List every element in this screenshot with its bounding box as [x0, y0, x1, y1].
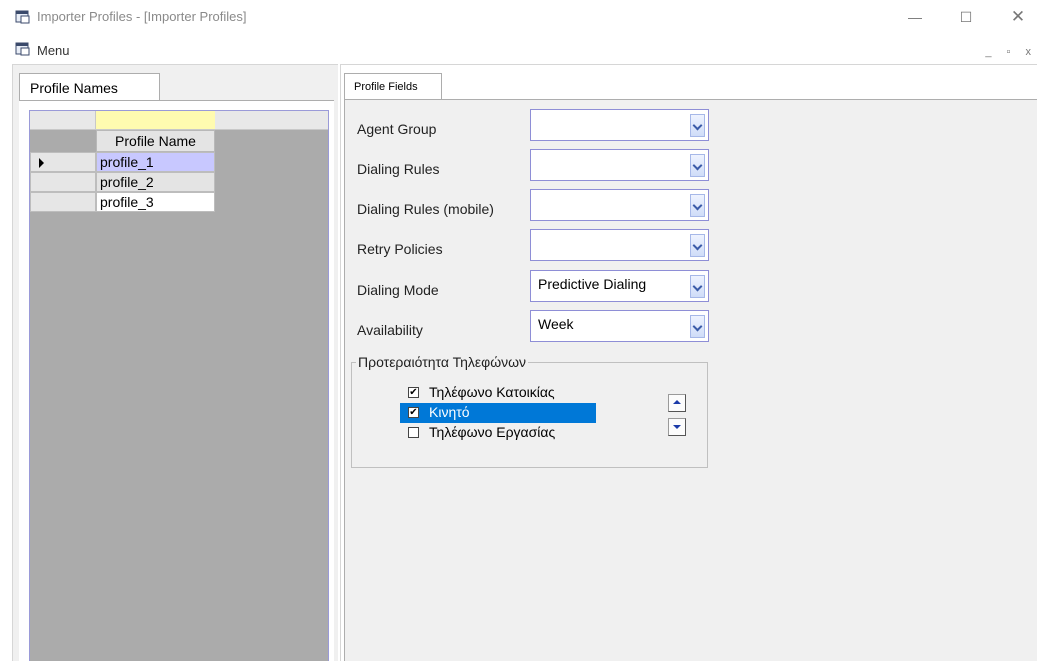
chevron-down-icon[interactable] [690, 234, 705, 257]
minimize-icon[interactable]: — [900, 6, 930, 28]
dialing-rules-mobile-select[interactable] [530, 189, 709, 221]
availability-value: Week [538, 316, 574, 332]
table-row[interactable]: profile_1 [30, 152, 215, 172]
menu-icon [15, 42, 30, 56]
close-icon[interactable]: ✕ [1003, 6, 1033, 28]
retry-policies-select[interactable] [530, 229, 709, 261]
availability-select[interactable]: Week [530, 310, 709, 342]
retry-policies-label: Retry Policies [357, 241, 443, 257]
chevron-down-icon[interactable] [690, 194, 705, 217]
row-selector[interactable] [30, 172, 96, 192]
profile-name-cell[interactable]: profile_2 [96, 172, 215, 192]
table-row[interactable]: profile_2 [30, 172, 215, 192]
app-icon [15, 10, 30, 24]
grid-header-gap [30, 130, 96, 152]
row-selector[interactable] [30, 152, 96, 172]
grid-filter-row[interactable] [96, 111, 215, 130]
dialing-rules-mobile-label: Dialing Rules (mobile) [357, 201, 494, 217]
menu-bar: Menu _ ▫ x [0, 36, 1037, 64]
column-header-profile-name[interactable]: Profile Name [96, 130, 215, 152]
grid-corner [30, 111, 96, 130]
table-row[interactable]: profile_3 [30, 192, 215, 212]
row-selector[interactable] [30, 192, 96, 212]
agent-group-select[interactable] [530, 109, 709, 141]
mdi-child-controls[interactable]: _ ▫ x [985, 46, 1037, 58]
profile-fields-tab-body: Agent Group Dialing Rules Dialing Rules … [344, 99, 1037, 661]
chevron-down-icon[interactable] [690, 275, 705, 298]
phone-priority-item-label: Τηλέφωνο Κατοικίας [429, 384, 555, 400]
dialing-mode-select[interactable]: Predictive Dialing [530, 270, 709, 302]
profiles-grid[interactable]: Profile Name profile_1 profile_2 profile… [29, 110, 329, 661]
phone-priority-item-mobile[interactable]: ✔ Κινητό [400, 403, 596, 423]
phone-priority-item-label: Τηλέφωνο Εργασίας [429, 424, 556, 440]
profile-names-tab-body: Profile Name profile_1 profile_2 profile… [19, 100, 334, 661]
move-up-arrow-icon[interactable] [668, 394, 686, 412]
phone-priority-group: Προτεραιότητα Τηλεφώνων ✔ Τηλέφωνο Κατοι… [351, 354, 708, 468]
chevron-down-icon[interactable] [690, 114, 705, 137]
chevron-down-icon[interactable] [690, 154, 705, 177]
agent-group-label: Agent Group [357, 121, 437, 137]
menu-item-menu[interactable]: Menu [37, 43, 70, 58]
phone-priority-item-home[interactable]: ✔ Τηλέφωνο Κατοικίας [400, 383, 596, 403]
tab-profile-names[interactable]: Profile Names [19, 73, 160, 101]
profile-name-cell[interactable]: profile_1 [96, 152, 215, 172]
grid-header-blank [215, 111, 328, 130]
window-title: Importer Profiles - [Importer Profiles] [37, 9, 247, 24]
profile-names-panel: Profile Names Profile Name profile_1 pro… [12, 64, 338, 661]
checkbox-home[interactable]: ✔ [408, 387, 419, 398]
phone-priority-item-work[interactable]: Τηλέφωνο Εργασίας [400, 423, 596, 443]
profile-name-cell[interactable]: profile_3 [96, 192, 215, 212]
current-row-pointer-icon [39, 158, 44, 168]
profile-fields-panel: Profile Fields Agent Group Dialing Rules… [340, 64, 1037, 661]
phone-priority-title: Προτεραιότητα Τηλεφώνων [356, 354, 529, 370]
dialing-rules-label: Dialing Rules [357, 161, 440, 177]
phone-priority-item-label: Κινητό [429, 404, 470, 420]
dialing-rules-select[interactable] [530, 149, 709, 181]
dialing-mode-value: Predictive Dialing [538, 276, 647, 292]
maximize-icon[interactable]: ☐ [951, 6, 981, 28]
tab-profile-fields[interactable]: Profile Fields [344, 73, 442, 100]
checkbox-mobile[interactable]: ✔ [408, 407, 419, 418]
move-down-arrow-icon[interactable] [668, 418, 686, 436]
checkbox-work[interactable] [408, 427, 419, 438]
availability-label: Availability [357, 322, 423, 338]
chevron-down-icon[interactable] [690, 315, 705, 338]
title-bar: Importer Profiles - [Importer Profiles] … [0, 0, 1037, 36]
dialing-mode-label: Dialing Mode [357, 282, 439, 298]
